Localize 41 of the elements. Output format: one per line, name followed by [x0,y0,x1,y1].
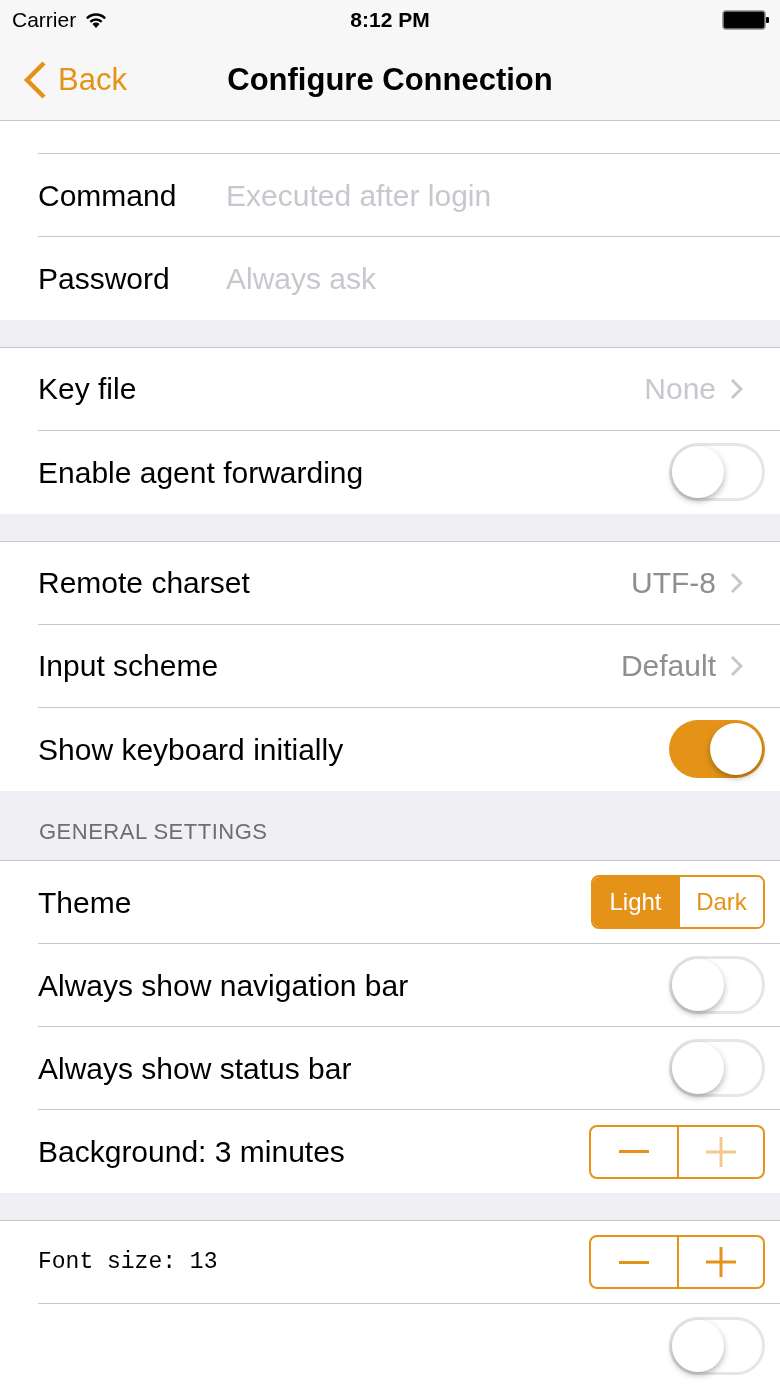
battery-icon [722,10,770,30]
chevron-left-icon [22,60,48,100]
row-label: Enable agent forwarding [38,454,364,491]
row-label: Remote charset [38,565,250,602]
chevron-right-icon [730,571,743,594]
toggle-switch[interactable] [669,956,765,1015]
toggle-switch[interactable] [669,443,765,502]
minus-icon [619,1150,649,1154]
plus-icon [706,1136,736,1167]
row-label: Always show navigation bar [38,967,409,1004]
chevron-right-icon [730,377,743,400]
text-field[interactable]: Always ask [226,256,765,301]
stepper[interactable] [589,1124,765,1179]
row-label: Input scheme [38,648,219,685]
toggle-switch[interactable] [669,1039,765,1098]
nav-title: Configure Connection [227,60,553,99]
row-label: Font size: 13 [38,1247,218,1277]
wifi-icon [84,11,109,29]
row-label: Command [38,177,178,214]
row-label: Always show status bar [38,1050,352,1087]
section-header: GENERAL SETTINGS [39,818,268,847]
segment-tab[interactable]: Light [593,877,678,928]
chevron-right-icon [730,654,743,677]
row-label: Show keyboard initially [38,731,344,768]
row-label: Background: 3 minutes [38,1134,345,1171]
back-button[interactable]: Back [0,56,127,104]
carrier-label: Carrier [12,7,77,34]
row-label: Theme [38,884,132,921]
plus-icon [706,1247,736,1277]
value-button[interactable]: None [644,366,765,412]
row-label: Password [38,261,171,297]
text-field[interactable]: Executed after login [226,172,765,218]
toggle-switch[interactable] [669,720,765,779]
minus-icon [619,1260,649,1264]
value-button[interactable]: Default [620,643,765,689]
stepper[interactable] [589,1235,765,1289]
clock: 8:12 PM [349,7,431,34]
segment-tab[interactable]: Dark [678,877,763,928]
value-button[interactable]: UTF-8 [631,560,765,606]
row-label: Key file [38,371,137,408]
toggle-switch[interactable] [669,1316,765,1375]
